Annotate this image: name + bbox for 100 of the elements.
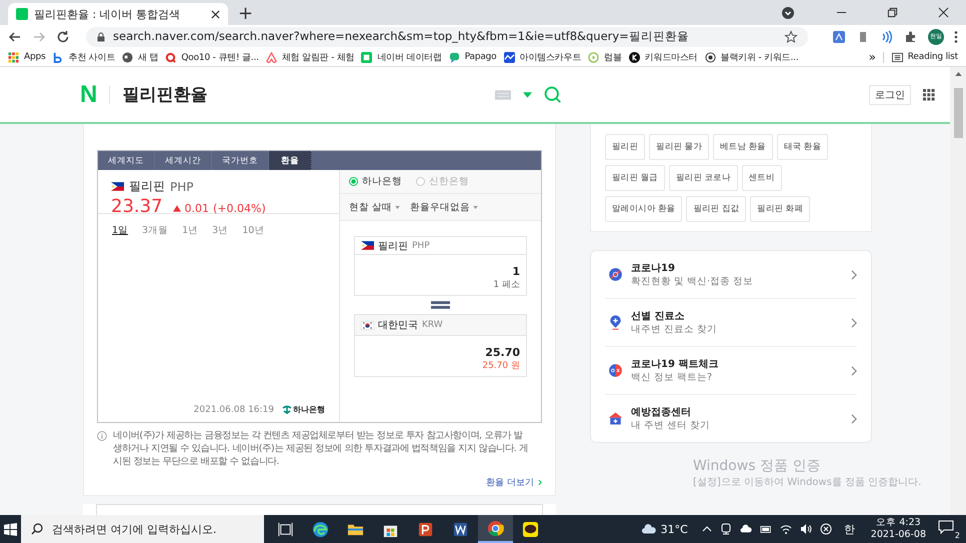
clock[interactable]: 오후 4:23 2021-06-08 <box>870 517 926 541</box>
menu-icon[interactable] <box>954 30 958 44</box>
battery-icon[interactable] <box>760 523 772 535</box>
related-search-tag[interactable]: 태국 환율 <box>776 134 828 160</box>
bookmark-item[interactable]: Apps <box>8 52 46 62</box>
wifi-icon[interactable] <box>780 523 792 535</box>
currency-name: 필리핀 <box>378 240 408 252</box>
bookmark-item[interactable]: 키워드마스터 <box>628 50 698 64</box>
period-tab[interactable]: 1년 <box>182 224 198 237</box>
start-button[interactable] <box>4 522 17 536</box>
puzzle-icon[interactable] <box>904 30 918 44</box>
bookmark-item[interactable]: 체험 알림판 - 체험 <box>266 50 354 64</box>
widget-tab[interactable]: 세계지도 <box>98 151 155 170</box>
widget-tab[interactable]: 세계시간 <box>155 151 212 170</box>
letter-icon <box>165 52 176 62</box>
chevron-right-icon <box>538 479 542 486</box>
bookmark-item[interactable]: 새 탭 <box>122 50 158 64</box>
bookmark-item[interactable]: Qoo10 - 큐텐! 글... <box>165 50 259 64</box>
dropdown[interactable]: 환율우대없음 <box>410 200 478 214</box>
taskbar-search-field[interactable]: 검색하려면 여기에 입력하십시오. <box>21 515 264 543</box>
covid-link-row[interactable]: 코로나19 확진현황 및 백신·접종 정보 <box>605 251 857 299</box>
login-button[interactable]: 로그인 <box>869 84 911 104</box>
related-search-tag[interactable]: 필리핀 월급 <box>605 165 665 191</box>
search-field[interactable]: 필리핀환율 <box>122 83 412 106</box>
rate-change-percent: (+0.04%) <box>213 202 266 215</box>
speech-bubble-icon <box>938 518 954 534</box>
reading-list-button[interactable]: Reading list <box>882 52 958 62</box>
back-icon[interactable] <box>8 30 22 44</box>
star-icon[interactable] <box>784 30 798 44</box>
related-search-tag[interactable]: 필리핀 집값 <box>686 196 746 222</box>
signal-icon[interactable] <box>880 30 894 44</box>
scrollbar[interactable] <box>950 67 966 515</box>
address-bar[interactable]: search.naver.com/search.naver?where=nexearch&sm=top_hty&fbm=1&ie=utf8&query=필리핀환율 <box>86 26 808 46</box>
scrollbar-thumb[interactable] <box>954 88 962 138</box>
period-tab[interactable]: 3개월 <box>142 224 168 237</box>
flag-icon <box>361 241 374 250</box>
rate-change: 0.01 <box>184 202 210 215</box>
apps-grid-icon[interactable] <box>923 88 935 100</box>
covid-link-row[interactable]: 코로나19 팩트체크 백신 정보 팩트는? <box>605 347 857 395</box>
equals-icon <box>431 301 450 309</box>
bookmark-item[interactable]: 네이버 데이터랩 <box>361 50 442 64</box>
letter-icon <box>52 52 64 62</box>
covid-link-title: 예방접종센터 <box>631 406 692 419</box>
bookmark-item[interactable]: 추천 사이트 <box>52 50 116 64</box>
period-tab[interactable]: 3년 <box>212 224 228 237</box>
cloud-icon[interactable] <box>740 523 752 535</box>
amount-field[interactable]: 1 <box>512 265 520 278</box>
period-tab[interactable]: 10년 <box>242 224 264 237</box>
volume-icon[interactable] <box>800 523 812 535</box>
more-exchange-rates-link[interactable]: 환율 더보기 <box>486 476 542 489</box>
covid-link-title: 코로나19 <box>631 262 676 275</box>
bookmark-item[interactable]: 럼블 <box>588 50 622 64</box>
related-search-tag[interactable]: 베트남 환율 <box>713 134 773 160</box>
covid-link-subtitle: 내 주변 센터 찾기 <box>631 419 712 432</box>
currency-code: PHP <box>412 240 430 250</box>
covid-link-subtitle: 백신 정보 팩트는? <box>631 371 714 384</box>
notifications-button[interactable]: 2 <box>938 518 960 540</box>
translate-icon[interactable] <box>832 30 846 44</box>
related-search-tag[interactable]: 말레이시아 환율 <box>605 196 682 222</box>
widget-tab[interactable]: 환율 <box>269 151 312 170</box>
apps-grid-icon <box>8 52 19 62</box>
chat-icon <box>448 52 460 62</box>
weather-temperature: 31°C <box>660 522 688 536</box>
restore-icon[interactable] <box>887 7 898 18</box>
reload-icon[interactable] <box>56 30 70 44</box>
related-search-tag[interactable]: 필리핀 <box>605 134 646 160</box>
covid-link-subtitle: 내주변 진료소 찾기 <box>631 323 718 336</box>
bank-radio[interactable]: 하나은행 <box>349 175 402 188</box>
chevron-up-icon[interactable] <box>702 524 712 534</box>
tab-search-icon[interactable] <box>781 6 795 20</box>
amount-field[interactable]: 25.70 <box>485 346 520 359</box>
close-icon[interactable] <box>938 7 949 18</box>
period-tab[interactable]: 1일 <box>112 224 128 237</box>
browser-taskbar-button[interactable] <box>478 515 513 543</box>
caret-icon <box>395 206 400 208</box>
covid-link-title: 선별 진료소 <box>631 310 686 323</box>
new-tab-button[interactable]: + <box>234 3 258 25</box>
list-icon <box>892 52 903 62</box>
more-bookmarks-button[interactable]: » <box>868 50 876 64</box>
browser-logo-icon <box>487 520 504 536</box>
related-search-tag[interactable]: 필리핀 화폐 <box>750 196 810 222</box>
related-search-tag[interactable]: 필리핀 코로나 <box>668 165 738 191</box>
covid-link-row[interactable]: 선별 진료소 내주변 진료소 찾기 <box>605 299 857 347</box>
bookmark-item[interactable]: Papago <box>448 52 496 62</box>
dropdown[interactable]: 현찰 살때 <box>349 200 400 214</box>
letter-p-icon <box>417 520 434 538</box>
input-method-indicator[interactable]: 한 <box>844 522 855 536</box>
scroll-up-icon[interactable] <box>954 72 962 76</box>
info-icon <box>97 431 107 441</box>
related-search-tag[interactable]: 필리핀 물가 <box>649 134 710 160</box>
bookmark-item[interactable]: 아이템스카우트 <box>504 50 582 64</box>
lock-icon <box>96 32 106 42</box>
covid-link-row[interactable]: 예방접종센터 내 주변 센터 찾기 <box>605 395 857 442</box>
related-search-tag[interactable]: 센트비 <box>742 165 782 191</box>
browser-tab[interactable]: 필리핀환율 : 네이버 통합검색 <box>8 3 228 25</box>
exchange-rate-value: 23.37 <box>111 196 163 217</box>
close-icon[interactable] <box>211 10 220 18</box>
wave-icon <box>504 52 514 62</box>
blocked-icon[interactable] <box>820 523 832 535</box>
bookmark-item[interactable]: 블랙키위 - 키워드... <box>704 50 798 64</box>
